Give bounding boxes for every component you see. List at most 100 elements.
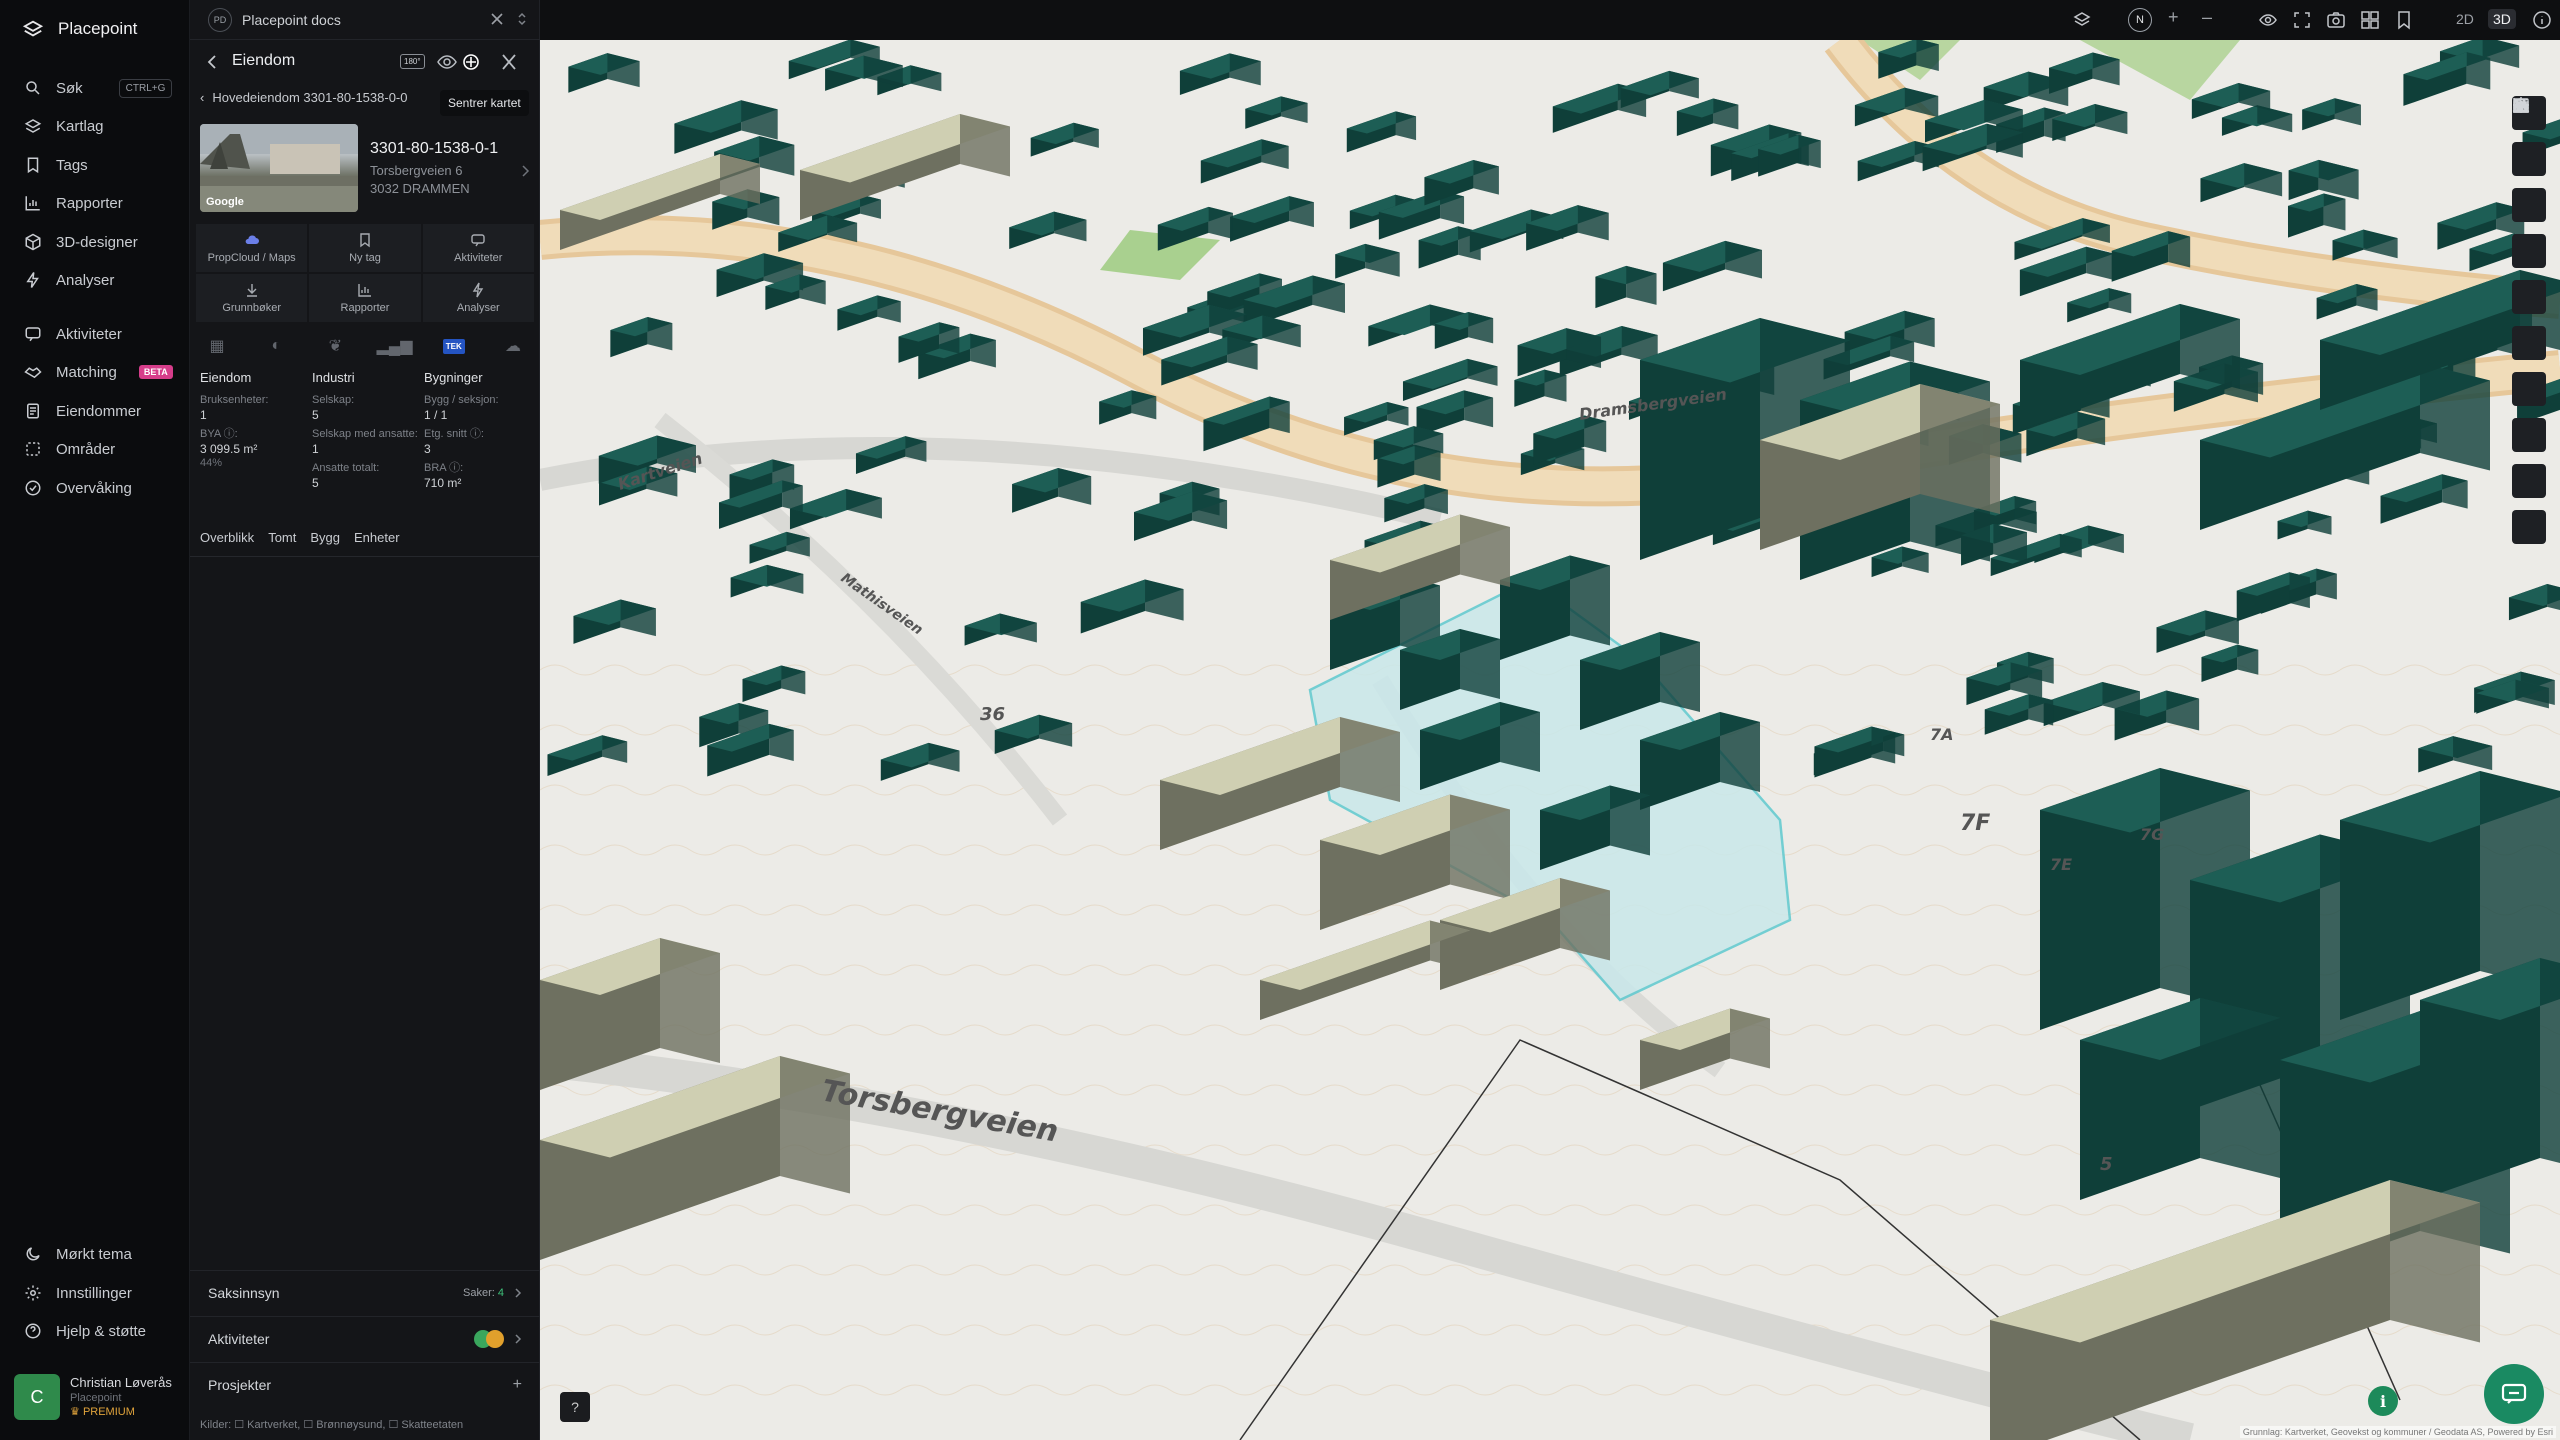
mode-3d-button[interactable]: 3D xyxy=(2488,9,2516,29)
cube-icon xyxy=(25,233,41,251)
nav-tags[interactable]: Tags xyxy=(24,152,88,178)
nav-matching-label: Matching xyxy=(56,363,117,381)
tab-overblikk[interactable]: Overblikk xyxy=(200,530,254,545)
bookmark-icon[interactable] xyxy=(2394,10,2414,30)
mode-2d-button[interactable]: 2D xyxy=(2456,11,2474,27)
zoom-out-button[interactable]: – xyxy=(2202,7,2212,28)
building xyxy=(1720,712,1760,792)
layers-stack-icon[interactable] xyxy=(2072,10,2092,30)
close-panel-icon[interactable] xyxy=(498,52,520,72)
stat-label: Etg. snitt ⓘ: xyxy=(424,428,484,440)
chat-button[interactable] xyxy=(2484,1364,2544,1424)
map-attribution: Grunnlag: Kartverket, Geovekst og kommun… xyxy=(2239,1426,2556,1438)
accordion-aktiviteter-label: Aktiviteter xyxy=(208,1330,270,1347)
area-select-icon xyxy=(26,442,40,456)
reports-button[interactable]: Rapporter xyxy=(309,274,421,322)
close-icon[interactable] xyxy=(490,12,504,26)
signal-bars-icon[interactable]: ▂▄▆ xyxy=(377,336,413,356)
new-tag-button[interactable]: Ny tag xyxy=(309,224,421,272)
tab-tomt[interactable]: Tomt xyxy=(268,530,296,545)
globe-icon[interactable]: ◐ xyxy=(265,336,287,356)
grunnboker-label: Grunnbøker xyxy=(222,302,282,314)
chevron-left-small-icon: ‹ xyxy=(200,90,205,105)
chevron-left-icon[interactable] xyxy=(204,53,222,71)
tool-terrain[interactable] xyxy=(2512,101,2546,360)
tool-sun[interactable] xyxy=(2512,97,2546,406)
map-tool-column xyxy=(2512,96,2546,544)
propcloud-button[interactable]: PropCloud / Maps xyxy=(196,224,308,272)
chevron-updown-icon[interactable] xyxy=(516,11,528,27)
tool-measure[interactable] xyxy=(2512,101,2546,176)
nav-analyser-label: Analyser xyxy=(56,271,115,289)
nav-kartlag[interactable]: Kartlag xyxy=(24,113,104,139)
doc-title: Placepoint docs xyxy=(242,11,341,28)
tab-bygg[interactable]: Bygg xyxy=(310,530,340,545)
cloud-outline-icon[interactable]: ☁ xyxy=(502,336,524,356)
nav-3d-designer-label: 3D-designer xyxy=(56,233,138,251)
accordion-prosjekter[interactable]: Prosjekter + xyxy=(190,1362,540,1406)
stat-value: 1 xyxy=(200,408,207,422)
nav-search[interactable]: Søk CTRL+G xyxy=(24,75,173,101)
add-project-button[interactable]: + xyxy=(513,1376,522,1394)
zoom-in-button[interactable]: + xyxy=(2168,7,2179,28)
nav-omrader[interactable]: Områder xyxy=(24,436,115,462)
nav-matching[interactable]: Matching BETA xyxy=(24,359,173,385)
user-profile[interactable]: C Christian Løverås Placepoint ♛ PREMIUM xyxy=(14,1370,178,1424)
tool-building-height[interactable] xyxy=(2512,99,2546,452)
grunnboker-button[interactable]: Grunnbøker xyxy=(196,274,308,322)
crosshair-icon[interactable] xyxy=(460,52,482,72)
tek-badge[interactable]: TEK xyxy=(442,336,465,356)
nav-help[interactable]: Hjelp & støtte xyxy=(24,1318,146,1344)
tab-enheter[interactable]: Enheter xyxy=(354,530,400,545)
document-tab[interactable]: PD Placepoint docs xyxy=(190,0,540,40)
register-icon[interactable]: ▦ xyxy=(206,336,228,356)
data-sources: Kilder: ☐ Kartverket, ☐ Brønnøysund, ☐ S… xyxy=(200,1419,464,1431)
breadcrumb[interactable]: ‹ Hovedeiendom 3301-80-1538-0-0 xyxy=(200,90,407,105)
map-toolbar: N + – 2D 3D xyxy=(540,0,2560,40)
nav-aktiviteter-label: Aktiviteter xyxy=(56,325,122,343)
analyses-button[interactable]: Analyser xyxy=(422,274,534,322)
fullscreen-icon[interactable] xyxy=(2292,10,2312,30)
camera-icon[interactable] xyxy=(2326,10,2346,30)
accordion-aktiviteter[interactable]: Aktiviteter xyxy=(190,1316,540,1360)
map-info-button[interactable]: i xyxy=(2368,1386,2398,1416)
tool-skyline[interactable] xyxy=(2512,99,2546,498)
stats-eiendom-heading: Eiendom xyxy=(200,370,252,385)
nav-aktiviteter[interactable]: Aktiviteter xyxy=(24,321,122,347)
property-photo[interactable]: Google xyxy=(200,124,358,212)
nav-rapporter[interactable]: Rapporter xyxy=(24,190,123,216)
tool-image[interactable] xyxy=(2512,98,2546,544)
nav-3d-designer[interactable]: 3D-designer xyxy=(24,229,138,255)
user-plan: ♛ PREMIUM xyxy=(70,1405,172,1419)
address-number-7e: 7E xyxy=(2050,855,2072,874)
nav-dark-theme[interactable]: Mørkt tema xyxy=(24,1241,132,1267)
tool-profile[interactable] xyxy=(2512,99,2546,314)
nav-eiendommer[interactable]: Eiendommer xyxy=(24,398,141,424)
grid-icon[interactable] xyxy=(2360,10,2380,30)
tool-chart[interactable] xyxy=(2512,98,2546,268)
rotate-180-button[interactable]: 180° xyxy=(400,54,425,69)
eye-icon[interactable] xyxy=(2258,10,2278,30)
tool-view-analysis[interactable] xyxy=(2512,98,2546,222)
property-address[interactable]: Torsbergveien 6 3032 DRAMMEN xyxy=(370,162,470,198)
accordion-saksinnsyn[interactable]: Saksinnsyn Saker: 4 xyxy=(190,1270,540,1314)
brand[interactable]: Placepoint xyxy=(22,18,137,40)
compass-button[interactable]: N xyxy=(2128,8,2152,32)
address-number-7a: 7A xyxy=(1930,725,1954,744)
nav-settings[interactable]: Innstillinger xyxy=(24,1280,132,1306)
nav-overvaking[interactable]: Overvåking xyxy=(24,475,132,501)
plant-icon[interactable]: ❦ xyxy=(324,336,346,356)
stat-label: Selskap med ansatte: xyxy=(312,428,418,440)
building xyxy=(769,723,794,761)
chevron-right-icon xyxy=(515,1333,522,1344)
nav-analyser[interactable]: Analyser xyxy=(24,267,114,293)
map-3d-view[interactable]: Torsbergveien Kartveien Dramsbergveien M… xyxy=(540,40,2560,1440)
chevron-right-icon[interactable] xyxy=(520,164,530,178)
building xyxy=(1460,629,1500,699)
info-circle-icon[interactable] xyxy=(2532,10,2552,30)
building xyxy=(1460,514,1510,587)
map-canvas[interactable]: Torsbergveien Kartveien Dramsbergveien M… xyxy=(540,40,2560,1440)
eye-icon[interactable] xyxy=(436,52,458,72)
map-help-button[interactable]: ? xyxy=(560,1392,590,1422)
activities-button[interactable]: Aktiviteter xyxy=(422,224,534,272)
